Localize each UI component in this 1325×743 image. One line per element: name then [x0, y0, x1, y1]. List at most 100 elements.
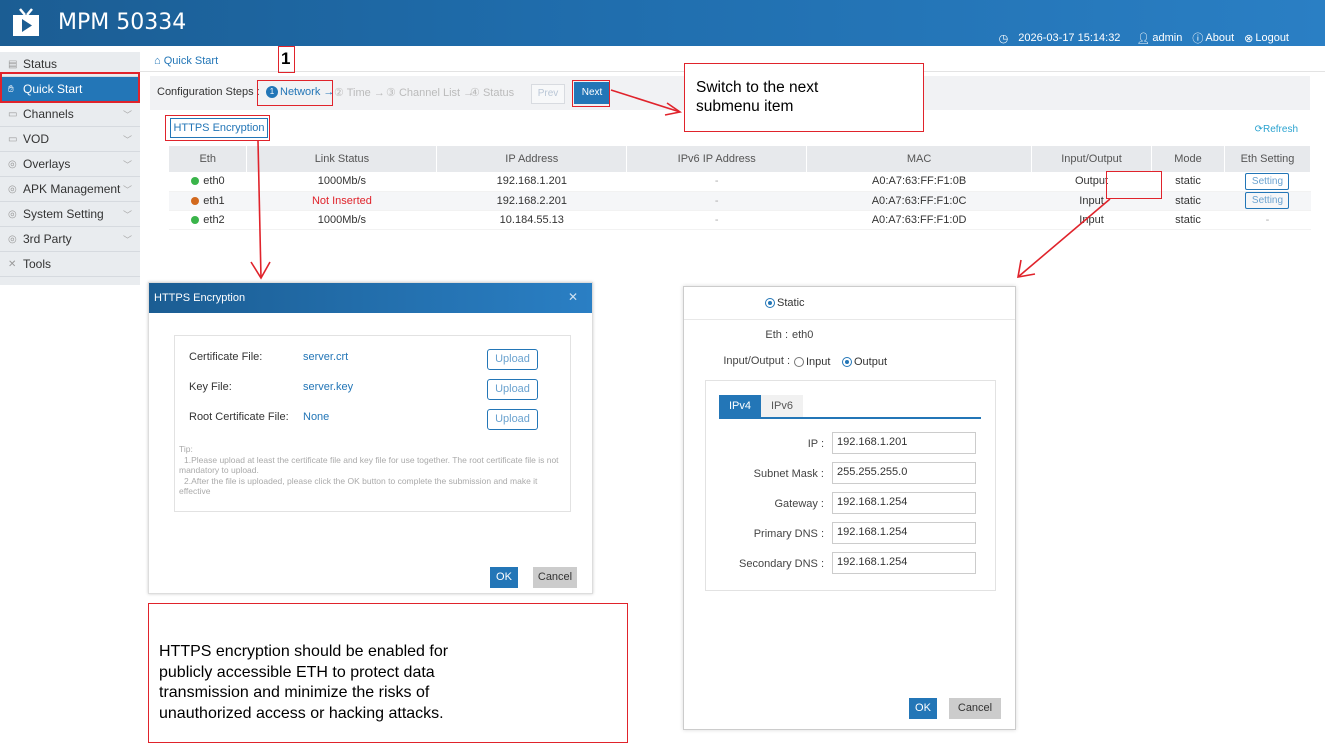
sidebar-item-system-setting[interactable]: ◎ System Setting ﹀ [0, 202, 140, 227]
status-dot-icon [191, 196, 200, 205]
status-dot-icon [191, 215, 200, 224]
subnet-mask-field[interactable]: 255.255.255.0 [832, 462, 976, 484]
vod-icon: ▭ [8, 133, 18, 145]
chevron-down-icon: ﹀ [122, 159, 132, 170]
step-status[interactable]: ④ Status [470, 86, 514, 99]
col-link-status: Link Status [246, 146, 438, 172]
status-dot-icon [191, 177, 200, 186]
sidebar-item-tools[interactable]: ✕ Tools [0, 252, 140, 277]
user-link[interactable]: admin [1152, 32, 1182, 44]
ok-button[interactable]: OK [909, 698, 937, 719]
certificate-file-value: server.crt [303, 351, 349, 363]
step-channel-list[interactable]: ③ Channel List → [386, 86, 474, 99]
ip-field[interactable]: 192.168.1.201 [832, 432, 976, 454]
breadcrumb[interactable]: ⌂ Quick Start [154, 55, 218, 67]
gear-icon: ◎ [8, 208, 17, 220]
step-time[interactable]: ② Time → [334, 86, 385, 99]
input-radio[interactable]: Input [794, 356, 830, 368]
eth-setting-dialog: Static Eth : eth0 Input/Output : Input O… [683, 286, 1016, 730]
clock-icon: ◷ [998, 32, 1009, 45]
upload-panel: Certificate File: server.crt Upload Key … [174, 335, 571, 512]
close-icon[interactable]: ✕ [568, 290, 578, 304]
dialog-title: HTTPS Encryption [154, 292, 246, 304]
third-party-icon: ◎ [8, 233, 17, 245]
sidebar-item-3rd-party[interactable]: ◎ 3rd Party ﹀ [0, 227, 140, 252]
highlight-next-button [572, 80, 610, 107]
sidebar-item-overlays[interactable]: ◎ Overlays ﹀ [0, 152, 140, 177]
eth-value: eth0 [792, 329, 814, 341]
about-link[interactable]: About [1205, 32, 1234, 44]
gateway-field[interactable]: 192.168.1.254 [832, 492, 976, 514]
step-number-box: 1 [278, 46, 295, 73]
logout-link[interactable]: Logout [1255, 32, 1289, 44]
sidebar-item-vod[interactable]: ▭ VOD ﹀ [0, 127, 140, 152]
refresh-icon: ⟳ [1254, 124, 1263, 135]
tv-logo-icon [13, 8, 39, 36]
table-row: eth2 1000Mb/s 10.184.55.13 - A0:A7:63:FF… [169, 210, 1311, 230]
highlight-network-step [257, 80, 333, 106]
radio-unchecked-icon [794, 357, 804, 368]
highlight-mode-static [1106, 171, 1162, 199]
radio-checked-icon [765, 298, 775, 309]
top-bar: MPM 50334 ◷ 2026-03-17 15:14:32 👤︎ admin… [0, 0, 1325, 46]
cancel-button[interactable]: Cancel [949, 698, 1001, 719]
step-number: 1 [281, 49, 291, 68]
next-callout: Switch to the next submenu item [684, 63, 924, 132]
ip-settings-panel: IPv4 IPv6 IP : 192.168.1.201 Subnet Mask… [705, 380, 996, 591]
prev-button[interactable]: Prev [531, 84, 565, 104]
tip-text: Tip: 1.Please upload at least the certif… [179, 444, 559, 496]
apk-icon: ◎ [8, 183, 17, 195]
datetime: 2026-03-17 15:14:32 [1018, 32, 1121, 44]
table-header-row: Eth Link Status IP Address IPv6 IP Addre… [169, 146, 1312, 172]
status-icon: ▤ [8, 58, 18, 70]
sidebar-item-channels[interactable]: ▭ Channels ﹀ [0, 102, 140, 127]
col-eth: Eth [169, 146, 248, 172]
highlight-quick-start [0, 72, 140, 103]
refresh-link[interactable]: ⟳Refresh [1255, 124, 1298, 135]
eth1-setting-button[interactable]: Setting [1245, 192, 1290, 209]
chevron-down-icon: ﹀ [122, 209, 132, 220]
chevron-down-icon: ﹀ [122, 134, 132, 145]
chevron-down-icon: ﹀ [122, 234, 132, 245]
upload-key-button[interactable]: Upload [487, 379, 538, 400]
key-file-value: server.key [303, 381, 354, 393]
user-icon: 👤︎ [1136, 32, 1151, 45]
home-icon: ⌂ [154, 55, 161, 67]
https-callout: HTTPS encryption should be enabled for p… [148, 603, 628, 743]
tab-ipv6[interactable]: IPv6 [761, 395, 803, 417]
secondary-dns-field[interactable]: 192.168.1.254 [832, 552, 976, 574]
primary-dns-field[interactable]: 192.168.1.254 [832, 522, 976, 544]
eth0-setting-button[interactable]: Setting [1245, 172, 1290, 190]
col-mode: Mode [1151, 146, 1225, 172]
channels-icon: ▭ [8, 108, 18, 120]
root-certificate-value: None [303, 411, 330, 423]
chevron-down-icon: ﹀ [122, 184, 132, 195]
mode-cell: static [1151, 172, 1225, 192]
app-title: MPM 50334 [58, 10, 187, 35]
cancel-button[interactable]: Cancel [533, 567, 577, 588]
col-mac: MAC [806, 146, 1033, 172]
upload-root-certificate-button[interactable]: Upload [487, 409, 538, 430]
output-radio[interactable]: Output [842, 356, 887, 368]
chevron-down-icon: ﹀ [122, 109, 132, 120]
https-encryption-dialog: HTTPS Encryption ✕ Certificate File: ser… [148, 282, 593, 594]
steps-label: Configuration Steps : [157, 86, 260, 98]
sidebar-item-apk-management[interactable]: ◎ APK Management ﹀ [0, 177, 140, 202]
static-option[interactable]: Static [765, 297, 805, 309]
col-eth-setting: Eth Setting [1224, 146, 1312, 172]
eth-label: Eth : [765, 329, 788, 341]
col-ipv6: IPv6 IP Address [626, 146, 808, 172]
ok-button[interactable]: OK [490, 567, 518, 588]
col-ip-address: IP Address [436, 146, 628, 172]
logout-icon: ⊗ [1244, 32, 1254, 45]
upload-certificate-button[interactable]: Upload [487, 349, 538, 370]
dialog-header: HTTPS Encryption ✕ [149, 283, 592, 313]
col-io: Input/Output [1031, 146, 1152, 172]
tab-ipv4[interactable]: IPv4 [719, 395, 761, 417]
info-icon: ⓘ [1192, 33, 1204, 45]
io-label: Input/Output : [723, 355, 790, 367]
radio-checked-icon [842, 357, 852, 368]
highlight-https-button [165, 115, 270, 141]
ip-tabs: IPv4 IPv6 [719, 395, 981, 419]
tools-icon: ✕ [8, 258, 17, 270]
